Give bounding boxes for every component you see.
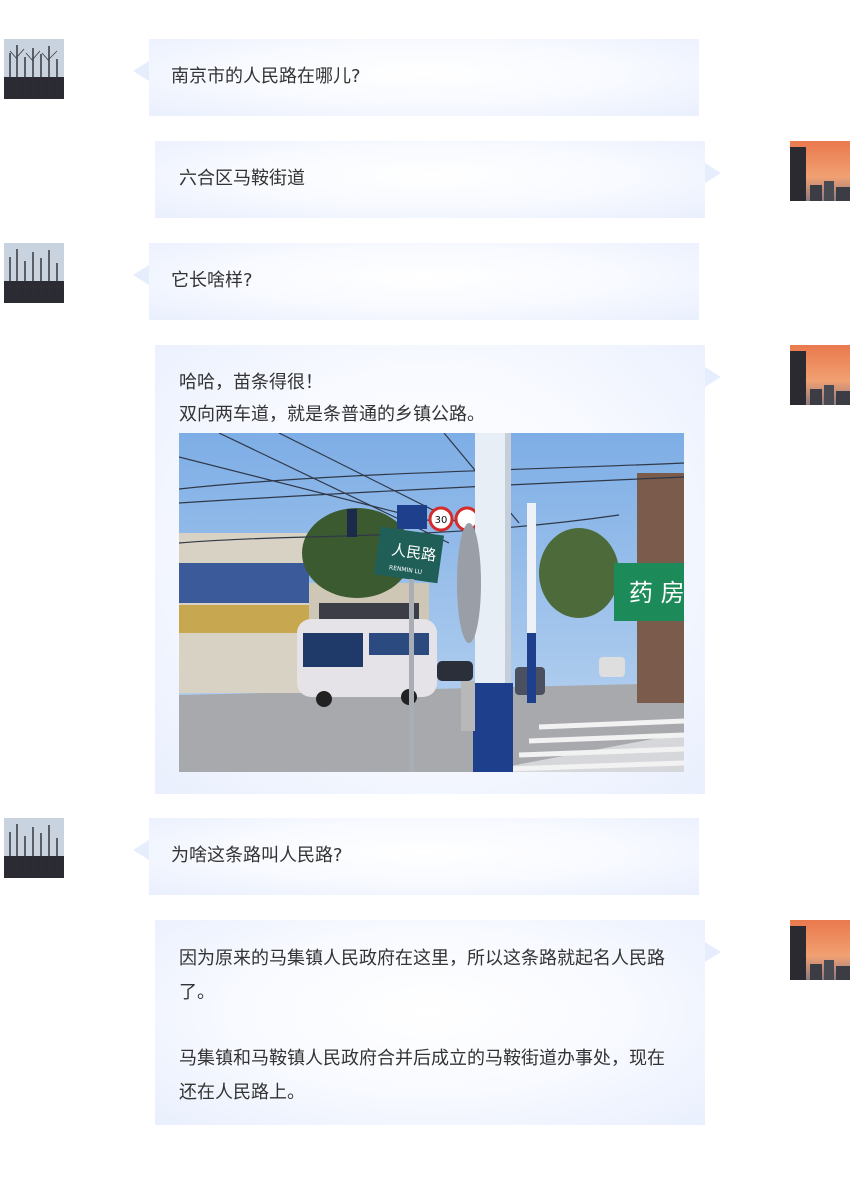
street-photo: 药 房 30 人民路 RENMIN LU	[179, 433, 684, 772]
avatar-left	[4, 818, 64, 878]
avatar-right	[790, 345, 850, 405]
avatar-left	[4, 243, 64, 303]
message-bubble-left: 为啥这条路叫人民路?	[133, 818, 699, 895]
speed-limit-sign: 30	[435, 515, 448, 526]
message-text: 哈哈，苗条得很！	[179, 372, 323, 393]
message-bubble-left: 南京市的人民路在哪儿?	[133, 39, 699, 116]
message-text: 六合区马鞍街道	[179, 168, 305, 189]
message-text: 因为原来的马集镇人民政府在这里，所以这条路就起名人民路了。	[179, 948, 665, 1003]
message-bubble-left: 它长啥样?	[133, 243, 699, 320]
avatar-right	[790, 920, 850, 980]
message-text: 它长啥样?	[171, 270, 253, 291]
message-bubble-right: 因为原来的马集镇人民政府在这里，所以这条路就起名人民路了。 马集镇和马鞍镇人民政…	[155, 920, 721, 1125]
message-text: 南京市的人民路在哪儿?	[171, 66, 361, 87]
message-text: 双向两车道，就是条普通的乡镇公路。	[179, 404, 485, 425]
avatar-left	[4, 39, 64, 99]
avatar-right	[790, 141, 850, 201]
message-bubble-right: 哈哈，苗条得很！ 双向两车道，就是条普通的乡镇公路。 药 房 30 人民路 RE…	[155, 345, 721, 794]
shop-sign: 药 房	[629, 579, 684, 607]
message-bubble-right: 六合区马鞍街道	[155, 141, 721, 218]
message-text: 为啥这条路叫人民路?	[171, 845, 343, 866]
message-text: 马集镇和马鞍镇人民政府合并后成立的马鞍街道办事处，现在还在人民路上。	[179, 1048, 665, 1103]
